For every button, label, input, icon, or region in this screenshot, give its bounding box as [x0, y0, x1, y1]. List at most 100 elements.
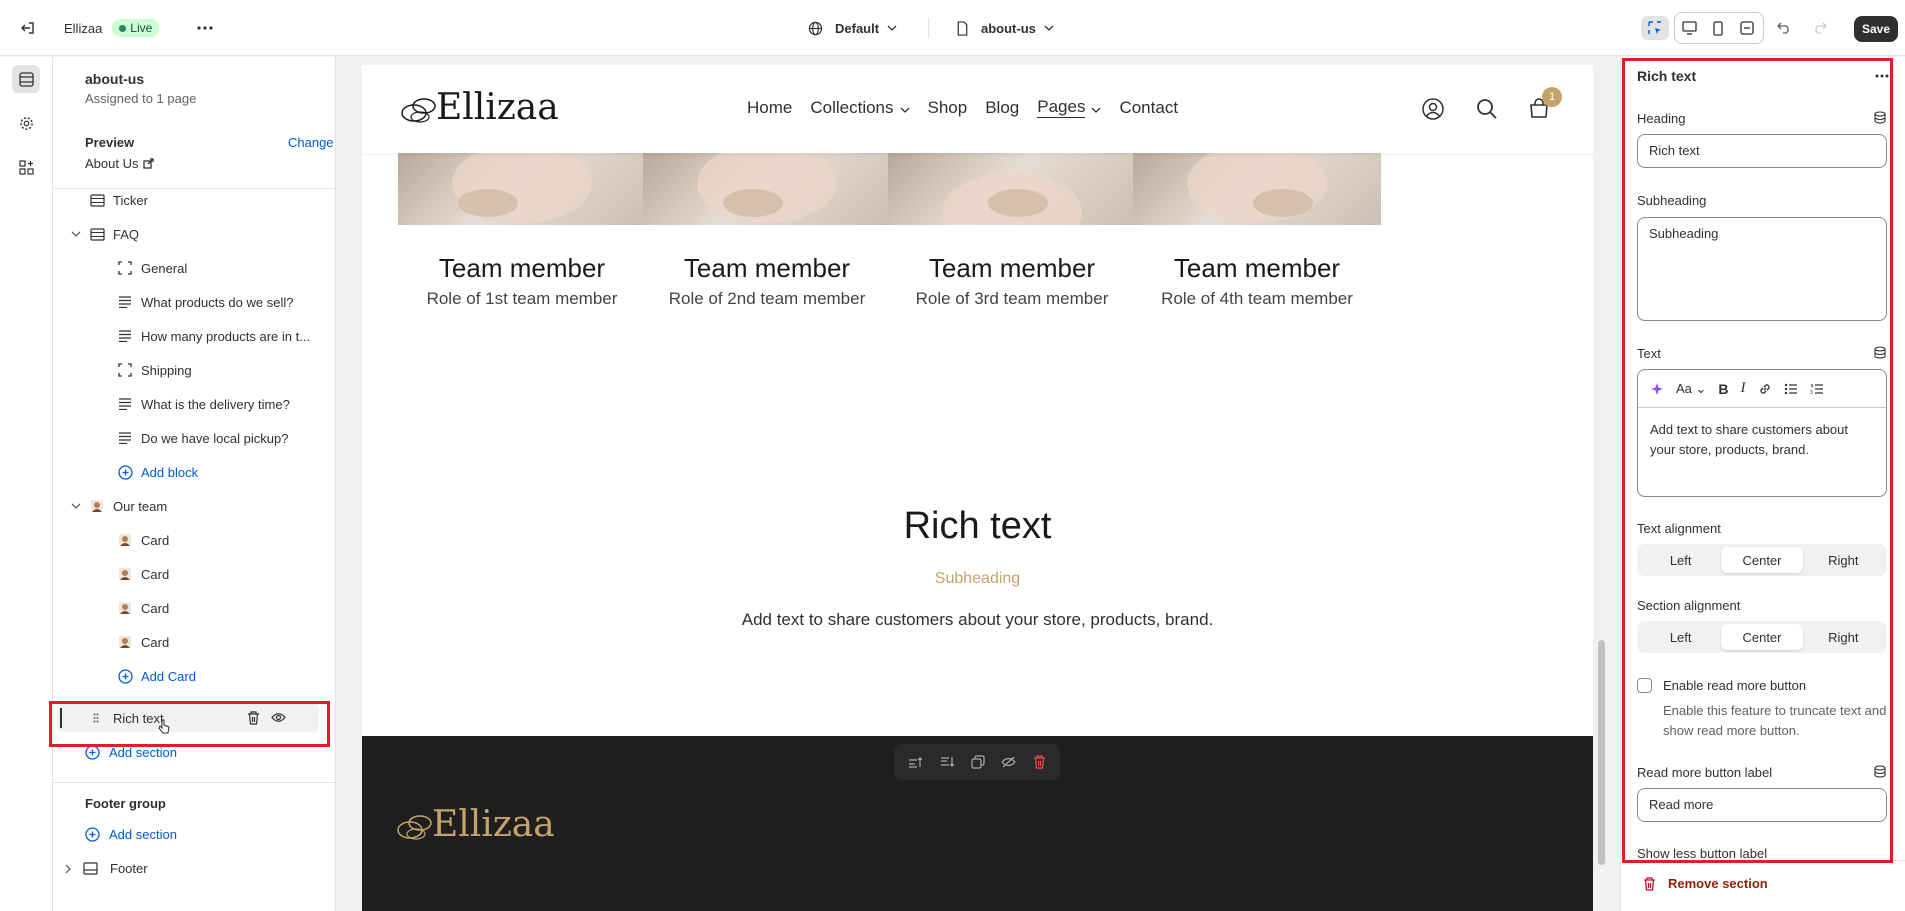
preview-page-link[interactable]: About Us	[85, 156, 155, 171]
tree-item[interactable]: How many products are in t...	[53, 322, 323, 350]
settings-panel: Rich text Heading Rich text Subheading S…	[1620, 57, 1905, 911]
nav-link[interactable]: Collections	[810, 97, 909, 118]
hide-icon[interactable]	[1001, 756, 1017, 768]
text-editor-content[interactable]: Add text to share customers about your s…	[1650, 420, 1876, 460]
fullscreen-icon[interactable]	[1735, 16, 1759, 40]
tree-item[interactable]: Card	[53, 628, 323, 656]
text-align-left[interactable]: Left	[1640, 547, 1721, 573]
rich-text-section[interactable]: Rich text Subheading Add text to share c…	[362, 505, 1593, 630]
italic-icon[interactable]: I	[1741, 380, 1746, 397]
nav-link-label: Home	[747, 97, 793, 117]
redo-icon[interactable]	[1808, 16, 1832, 40]
inspector-icon[interactable]	[1641, 16, 1669, 40]
tree-item[interactable]: Ticker	[53, 186, 323, 214]
delete-icon[interactable]	[247, 711, 260, 725]
numbered-list-icon[interactable]: 3	[1810, 383, 1824, 395]
tree-item[interactable]: Our team	[53, 492, 323, 520]
canvas-scrollbar-track[interactable]	[1597, 65, 1606, 905]
nav-link[interactable]: Shop	[928, 97, 968, 118]
more-options-icon[interactable]	[1875, 74, 1889, 78]
exit-icon[interactable]	[16, 16, 40, 40]
tree-item[interactable]: Card	[53, 594, 323, 622]
tree-item-label: Add Card	[141, 669, 196, 684]
read-more-input[interactable]: Read more	[1637, 788, 1887, 822]
section-icon	[89, 192, 105, 208]
section-align-right[interactable]: Right	[1803, 624, 1884, 650]
ai-sparkle-icon[interactable]	[1650, 382, 1664, 396]
sidebar-rail	[0, 57, 53, 911]
duplicate-icon[interactable]	[971, 755, 985, 769]
team-member-role: Role of 3rd team member	[915, 289, 1109, 308]
tree-item[interactable]: Card	[53, 526, 323, 554]
tree-item-label: Add block	[141, 465, 199, 480]
tree-item[interactable]: What products do we sell?	[53, 288, 323, 316]
tree-item[interactable]: What is the delivery time?	[53, 390, 323, 418]
tree-item[interactable]: Do we have local pickup?	[53, 424, 323, 452]
footer-section-item[interactable]: Footer	[65, 861, 148, 876]
section-icon	[89, 226, 105, 242]
font-style-icon[interactable]: Aa ⌄	[1676, 381, 1706, 397]
nav-link[interactable]: Blog	[985, 97, 1019, 118]
footer-label: Footer	[110, 861, 148, 876]
dynamic-source-icon[interactable]	[1874, 346, 1886, 359]
canvas-scrollbar-thumb[interactable]	[1598, 640, 1605, 865]
tree-item[interactable]: Shipping	[53, 356, 323, 384]
rich-text-row[interactable]: Rich text	[57, 704, 319, 734]
settings-gear-icon[interactable]	[12, 109, 40, 137]
move-up-icon[interactable]	[908, 756, 923, 768]
tree-item-label: Card	[141, 635, 170, 650]
remove-section-label: Remove section	[1668, 876, 1768, 891]
heading-label: Heading	[1637, 111, 1686, 126]
dynamic-source-icon[interactable]	[1874, 111, 1886, 124]
desktop-icon[interactable]	[1677, 16, 1701, 40]
dynamic-source-icon[interactable]	[1874, 765, 1886, 778]
heading-input[interactable]: Rich text	[1637, 134, 1887, 168]
change-link[interactable]: Change	[288, 135, 334, 150]
section-alignment-segmented: Left Center Right	[1637, 621, 1887, 653]
account-icon[interactable]	[1422, 98, 1444, 120]
footer-logo[interactable]: Ellizaa	[396, 804, 555, 845]
store-logo[interactable]: Ellizaa	[400, 87, 559, 128]
bold-icon[interactable]: B	[1718, 381, 1728, 397]
save-button[interactable]: Save	[1854, 16, 1898, 42]
read-more-checkbox[interactable]	[1637, 678, 1652, 693]
text-align-right[interactable]: Right	[1803, 547, 1884, 573]
eye-icon[interactable]	[271, 712, 286, 723]
add-footer-section-button[interactable]: Add section	[85, 827, 177, 842]
subheading-textarea[interactable]: Subheading	[1637, 217, 1887, 321]
nav-link[interactable]: Home	[747, 97, 792, 118]
nav-link[interactable]: Pages	[1037, 97, 1101, 118]
nav-link[interactable]: Contact	[1119, 97, 1178, 118]
section-align-left[interactable]: Left	[1640, 624, 1721, 650]
search-icon[interactable]	[1476, 98, 1498, 120]
text-editor: Aa ⌄ B I 3 Add text to share customers a…	[1637, 369, 1887, 497]
link-icon[interactable]	[1758, 382, 1772, 396]
avatar-icon	[117, 566, 133, 582]
remove-section-button[interactable]: Remove section	[1643, 876, 1768, 891]
add-item-button[interactable]: Add block	[53, 458, 323, 486]
add-item-button[interactable]: Add Card	[53, 662, 323, 690]
tree-item[interactable]: General	[53, 254, 323, 282]
section-align-center[interactable]: Center	[1721, 624, 1803, 650]
move-down-icon[interactable]	[940, 756, 955, 768]
add-section-button[interactable]: Add section	[85, 745, 177, 760]
bullet-list-icon[interactable]	[1784, 383, 1798, 395]
more-options-icon[interactable]	[193, 16, 217, 40]
avatar-icon	[117, 600, 133, 616]
delete-icon[interactable]	[1033, 755, 1046, 769]
add-circle-icon	[117, 464, 133, 480]
chevron-down-icon[interactable]	[68, 498, 84, 514]
apps-icon[interactable]	[12, 153, 40, 181]
chevron-down-icon[interactable]	[68, 226, 84, 242]
text-align-center[interactable]: Center	[1721, 547, 1803, 573]
drag-handle-icon[interactable]	[93, 713, 99, 723]
undo-icon[interactable]	[1772, 16, 1796, 40]
page-selector[interactable]: about-us	[956, 0, 1054, 56]
mobile-icon[interactable]	[1706, 16, 1730, 40]
text-lines-icon	[117, 430, 133, 446]
tree-item[interactable]: FAQ	[53, 220, 323, 248]
sections-icon[interactable]	[12, 65, 40, 93]
tree-item[interactable]: Card	[53, 560, 323, 588]
theme-selector[interactable]: Default	[808, 0, 897, 56]
rich-text-subheading: Subheading	[934, 570, 1021, 587]
